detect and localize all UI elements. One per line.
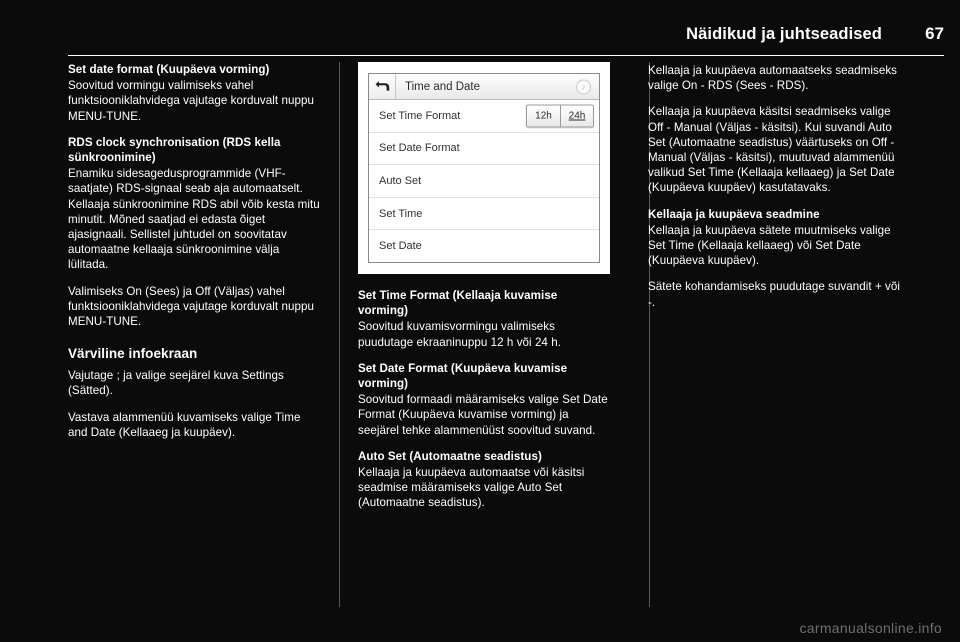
c1-heading-rds-clock-sync: RDS clock synchronisation (RDS kella sün… [68, 135, 281, 165]
c1-body-rds-clock-sync: Enamiku sidesagedusprogrammide (VHF-saat… [68, 167, 320, 272]
c1-body-set-date-format: Soovitud vormingu valimiseks vahel funkt… [68, 79, 314, 123]
page-number: 67 [925, 24, 944, 43]
menu-row-set-date-format[interactable]: Set Date Format [369, 133, 599, 166]
back-button[interactable] [369, 74, 396, 99]
music-note-icon: ♪ [576, 79, 591, 94]
c2-body-set-date-format: Soovitud formaadi määramiseks valige Set… [358, 393, 608, 437]
menu-row-label: Set Time Format [379, 109, 461, 122]
menu-row-set-time-format[interactable]: Set Time Format 12h 24h [369, 100, 599, 133]
menu-row-set-time[interactable]: Set Time [369, 198, 599, 231]
menu-row-label: Set Time [379, 207, 423, 220]
time-format-24h-button[interactable]: 24h [560, 105, 593, 127]
c1-body-colour-info-display: Vajutage ; ja valige seejärel kuva Setti… [68, 369, 284, 398]
menu-row-auto-set[interactable]: Auto Set [369, 165, 599, 198]
infotainment-screenshot-figure: Time and Date ♪ Set Time Format 12h 24h [358, 62, 610, 274]
menu-row-set-date[interactable]: Set Date [369, 230, 599, 262]
infotainment-screen: Time and Date ♪ Set Time Format 12h 24h [368, 73, 600, 263]
column-1: Set date format (Kuupäeva vorming) Soovi… [68, 62, 320, 607]
column-divider-1 [339, 62, 340, 607]
c3-body-adjust: Sätete kohandamiseks puudutage suvandit … [648, 280, 901, 309]
time-format-12h-button[interactable]: 12h [527, 105, 560, 127]
watermark: carmanualsonline.info [799, 620, 942, 636]
manual-page: Näidikud ja juhtseadised 67 Set date for… [0, 0, 960, 642]
column-2: Time and Date ♪ Set Time Format 12h 24h [358, 62, 610, 607]
header-divider [68, 55, 944, 57]
menu-row-label: Set Date Format [379, 142, 460, 155]
c2-heading-auto-set: Auto Set (Automaatne seadistus) [358, 449, 542, 463]
page-title: Näidikud ja juhtseadised [686, 25, 882, 43]
c1-heading-set-date-format: Set date format (Kuupäeva vorming) [68, 63, 270, 76]
c2-heading-set-date-format: Set Date Format (Kuupäeva kuvamise vormi… [358, 361, 568, 391]
menu-row-label: Set Date [379, 240, 422, 253]
c3-heading-set-time-date: Kellaaja ja kuupäeva seadmine [648, 207, 820, 221]
content-columns: Set date format (Kuupäeva vorming) Soovi… [68, 62, 944, 607]
menu-row-label: Auto Set [379, 174, 422, 187]
screen-menu-list: Set Time Format 12h 24h Set Date Format … [369, 100, 599, 262]
c3-body-manual: Kellaaja ja kuupäeva käsitsi seadmiseks … [648, 105, 895, 195]
c2-body-auto-set: Kellaaja ja kuupäeva automaatse või käsi… [358, 466, 585, 510]
c1-body-on-off-select: Valimiseks On (Sees) ja Off (Väljas) vah… [68, 284, 314, 329]
c1-body-submenu: Vastava alammenüü kuvamiseks valige Time… [68, 410, 301, 439]
screen-title-bar: Time and Date ♪ [369, 74, 599, 100]
c1-heading-colour-info-display: Värviline infoekraan [68, 346, 198, 362]
column-3: Kellaaja ja kuupäeva automaatseks seadmi… [648, 62, 900, 607]
c2-body-set-time-format: Soovitud kuvamisvormingu valimiseks puud… [358, 320, 561, 349]
c2-heading-set-time-format: Set Time Format (Kellaaja kuvamise vormi… [358, 289, 558, 318]
time-format-segmented-control: 12h 24h [526, 104, 594, 128]
c3-body-auto-rds: Kellaaja ja kuupäeva automaatseks seadmi… [648, 64, 898, 93]
c3-body-set-time-date: Kellaaja ja kuupäeva sätete muutmiseks v… [648, 223, 891, 268]
page-header: Näidikud ja juhtseadised 67 [68, 24, 944, 58]
column-gap-2 [610, 62, 648, 607]
back-arrow-icon [375, 81, 389, 91]
screen-title: Time and Date [405, 80, 480, 93]
